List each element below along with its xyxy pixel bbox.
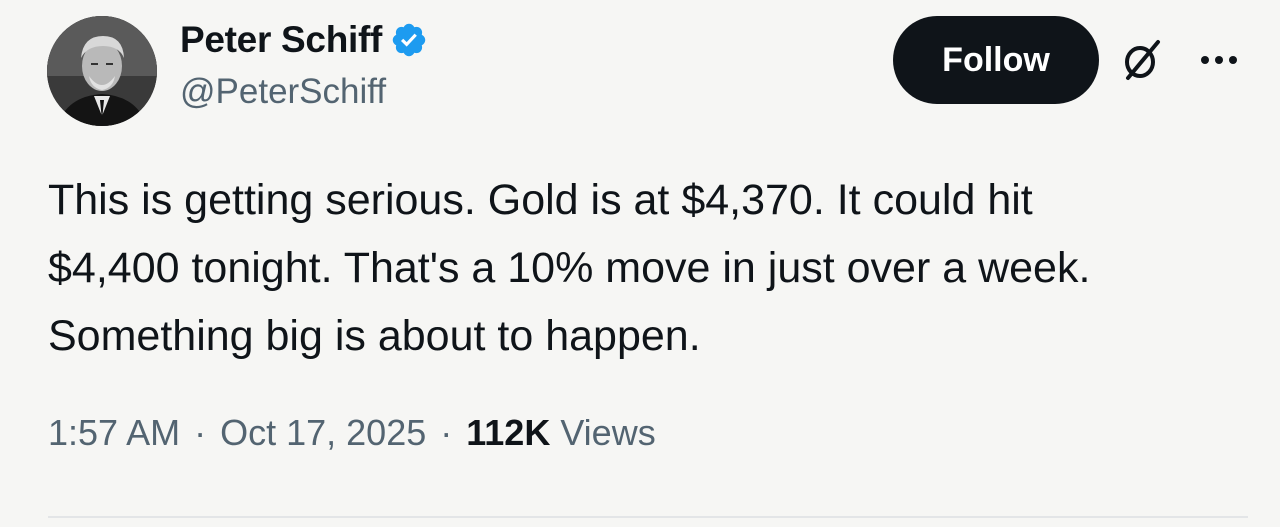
tweet-text-line: This is getting serious. Gold is at $4,3… bbox=[48, 176, 1033, 224]
tweet-text-line: Something big is about to happen. bbox=[48, 312, 701, 360]
meta-separator: · bbox=[194, 412, 207, 453]
avatar-photo bbox=[47, 16, 157, 126]
grok-icon[interactable] bbox=[1120, 38, 1164, 82]
views-label: Views bbox=[560, 412, 656, 453]
more-options-icon[interactable] bbox=[1195, 44, 1243, 76]
author-handle[interactable]: @PeterSchiff bbox=[180, 72, 386, 112]
author-name-row[interactable]: Peter Schiff bbox=[180, 18, 428, 62]
divider bbox=[48, 516, 1248, 518]
tweet-text-line: $4,400 tonight. That's a 10% move in jus… bbox=[48, 244, 1091, 292]
tweet-date[interactable]: Oct 17, 2025 bbox=[220, 412, 426, 454]
author-display-name[interactable]: Peter Schiff bbox=[180, 19, 382, 61]
follow-button[interactable]: Follow bbox=[893, 16, 1099, 104]
tweet-text: This is getting serious. Gold is at $4,3… bbox=[48, 166, 1248, 370]
tweet-time[interactable]: 1:57 AM bbox=[48, 412, 180, 454]
tweet-card: Peter Schiff @PeterSchiff Follow This is… bbox=[0, 0, 1280, 527]
tweet-meta: 1:57 AM · Oct 17, 2025 · 112K Views bbox=[48, 412, 656, 454]
views-count: 112K bbox=[466, 412, 551, 453]
meta-separator: · bbox=[440, 412, 453, 453]
avatar[interactable] bbox=[47, 16, 157, 126]
verified-badge-icon[interactable] bbox=[390, 21, 428, 59]
